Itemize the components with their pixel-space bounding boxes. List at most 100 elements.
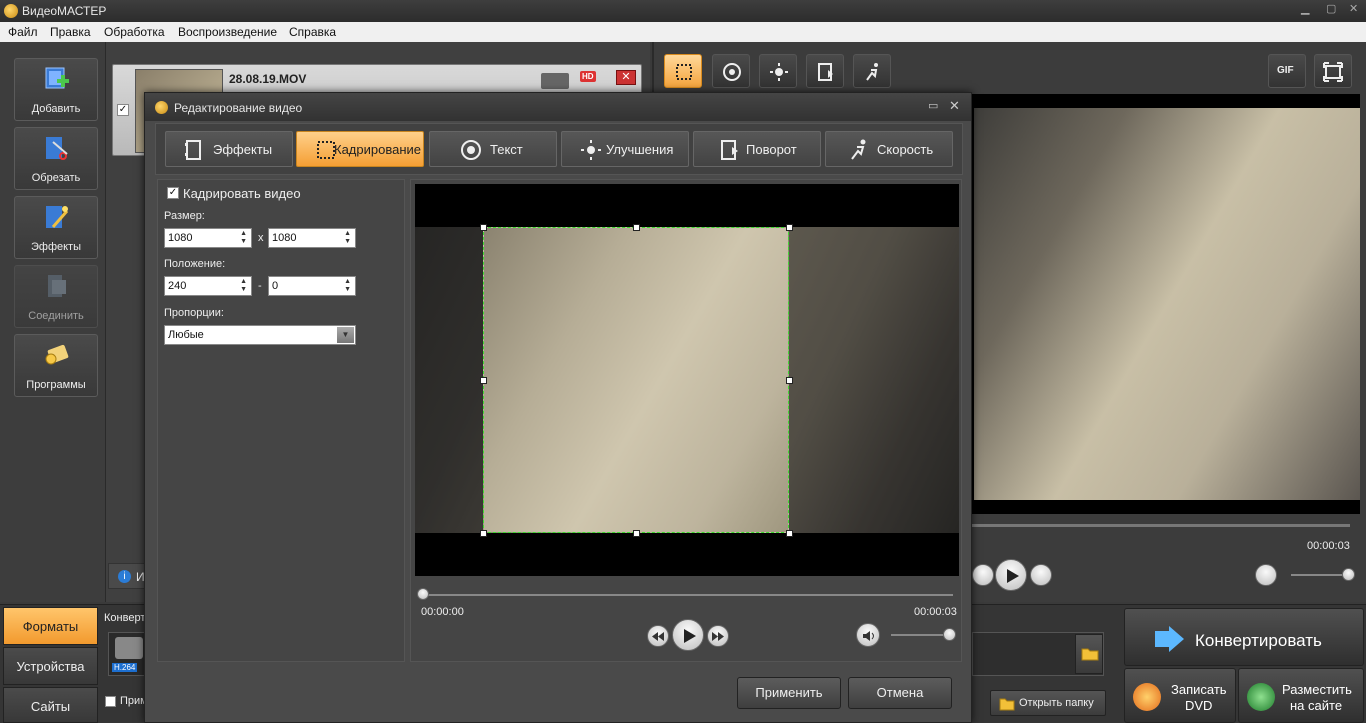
minimize-icon[interactable]: ▁ <box>1301 2 1309 15</box>
pos-y-input[interactable]: 0 ▲ ▼ <box>268 276 356 296</box>
text-icon <box>723 63 741 81</box>
apply-all-checkbox[interactable] <box>105 696 116 707</box>
preview-volume-icon[interactable] <box>1255 564 1277 586</box>
close-icon[interactable]: ✕ <box>1349 2 1358 15</box>
tab-rotate-label: Поворот <box>746 142 797 157</box>
add-button[interactable]: Добавить <box>14 58 98 121</box>
edit-video-dialog: Редактирование видео ▭ ✕ Эффекты Кадриро… <box>144 92 972 723</box>
crop-handle-l[interactable] <box>480 377 487 384</box>
crop-handle-tl[interactable] <box>480 224 487 231</box>
spinner-icon[interactable]: ▲ ▼ <box>240 230 247 246</box>
size-separator: x <box>258 232 264 244</box>
play-icon[interactable] <box>672 619 704 651</box>
dialog-title-bar[interactable]: Редактирование видео ▭ ✕ <box>145 93 971 121</box>
preview-timeline[interactable] <box>972 524 1350 527</box>
ratio-select[interactable]: Любые ▼ <box>164 325 356 345</box>
crop-settings-panel: ✓ Кадрировать видео Размер: 1080 ▲ ▼ x 108… <box>157 179 405 662</box>
browse-folder-button[interactable] <box>1075 634 1103 674</box>
format-selector[interactable]: H.264 <box>108 632 148 676</box>
tab-speed[interactable]: Скорость <box>825 131 953 167</box>
tab-crop[interactable]: Кадрирование <box>296 131 424 167</box>
dialog-close-icon[interactable]: ✕ <box>949 98 960 114</box>
spinner-icon[interactable]: ▲ ▼ <box>240 278 247 294</box>
next-frame-icon[interactable] <box>707 625 729 647</box>
tab-rotate[interactable]: Поворот <box>693 131 821 167</box>
brightness-icon <box>770 63 788 81</box>
tab-effects[interactable]: Эффекты <box>165 131 293 167</box>
preview-volume-slider[interactable] <box>1291 574 1347 576</box>
info-bar[interactable]: i И <box>108 563 148 589</box>
crop-handle-br[interactable] <box>786 530 793 537</box>
ratio-label: Пропорции: <box>164 307 224 319</box>
open-folder-button[interactable]: Открыть папку <box>990 690 1106 716</box>
rotate-icon <box>818 63 833 81</box>
programs-button[interactable]: Программы <box>14 334 98 397</box>
apply-button[interactable]: Применить <box>737 677 841 709</box>
crop-tool-button[interactable] <box>664 54 702 88</box>
tab-devices[interactable]: Устройства <box>3 647 98 685</box>
speed-tool-button[interactable] <box>853 54 891 88</box>
convert-button[interactable]: Конвертировать <box>1124 608 1364 666</box>
width-input[interactable]: 1080 ▲ ▼ <box>164 228 252 248</box>
tab-formats[interactable]: Форматы <box>3 607 98 645</box>
spinner-icon[interactable]: ▲ ▼ <box>344 278 351 294</box>
hd-badge: HD <box>580 71 596 82</box>
crop-shade-left <box>415 227 483 533</box>
enhance-tool-button[interactable] <box>759 54 797 88</box>
camera-icon <box>541 73 569 89</box>
fullscreen-button[interactable] <box>1314 54 1352 88</box>
site-label-line1: Разместить <box>1282 682 1352 697</box>
height-input[interactable]: 1080 ▲ ▼ <box>268 228 356 248</box>
text-tool-button[interactable] <box>712 54 750 88</box>
size-label: Размер: <box>164 210 205 222</box>
format-camera-icon <box>115 637 143 659</box>
crop-handle-b[interactable] <box>633 530 640 537</box>
join-button[interactable]: Соединить <box>14 265 98 328</box>
menu-playback[interactable]: Воспроизведение <box>178 25 277 39</box>
speed-icon <box>866 63 878 81</box>
maximize-icon[interactable]: ▢ <box>1326 2 1336 15</box>
preview-next-icon[interactable] <box>1030 564 1052 586</box>
volume-knob[interactable] <box>943 628 956 641</box>
preview-volume-knob[interactable] <box>1342 568 1355 581</box>
preview-prev-icon[interactable] <box>972 564 994 586</box>
file-checkbox[interactable]: ✓ <box>117 104 129 116</box>
burn-dvd-button[interactable]: Записать DVD <box>1124 668 1236 723</box>
gif-button[interactable]: GIF <box>1268 54 1306 88</box>
timeline-thumb[interactable] <box>417 588 429 600</box>
cancel-button[interactable]: Отмена <box>848 677 952 709</box>
chevron-down-icon[interactable]: ▼ <box>337 327 354 343</box>
tab-speed-label: Скорость <box>877 142 934 157</box>
menu-edit[interactable]: Правка <box>50 25 91 39</box>
effects-button[interactable]: Эффекты <box>14 196 98 259</box>
volume-icon[interactable] <box>856 623 880 647</box>
convert-arrow-icon <box>1155 626 1184 652</box>
tab-sites[interactable]: Сайты <box>3 687 98 723</box>
menu-process[interactable]: Обработка <box>104 25 165 39</box>
crop-handle-tr[interactable] <box>786 224 793 231</box>
menu-help[interactable]: Справка <box>289 25 336 39</box>
tab-text[interactable]: Текст <box>429 131 557 167</box>
publish-site-button[interactable]: Разместить на сайте <box>1238 668 1364 723</box>
position-label: Положение: <box>164 258 226 270</box>
crop-video-checkbox[interactable]: ✓ <box>167 187 179 199</box>
preview-play-icon[interactable] <box>995 559 1027 591</box>
crop-handle-t[interactable] <box>633 224 640 231</box>
spinner-icon[interactable]: ▲ ▼ <box>344 230 351 246</box>
volume-slider[interactable] <box>891 634 947 636</box>
crop-handle-bl[interactable] <box>480 530 487 537</box>
crop-canvas[interactable] <box>415 184 959 576</box>
trim-button[interactable]: Обрезать <box>14 127 98 190</box>
rotate-tool-button[interactable] <box>806 54 844 88</box>
menu-bar: Файл Правка Обработка Воспроизведение Сп… <box>0 22 1366 42</box>
remove-file-icon[interactable]: ✕ <box>616 70 636 85</box>
programs-icon <box>45 344 69 365</box>
crop-selection[interactable] <box>483 227 789 533</box>
menu-file[interactable]: Файл <box>8 25 38 39</box>
crop-handle-r[interactable] <box>786 377 793 384</box>
pos-x-input[interactable]: 240 ▲ ▼ <box>164 276 252 296</box>
prev-frame-icon[interactable] <box>647 625 669 647</box>
dialog-timeline[interactable] <box>421 594 953 596</box>
dialog-restore-icon[interactable]: ▭ <box>928 99 938 112</box>
tab-enhance[interactable]: Улучшения <box>561 131 689 167</box>
